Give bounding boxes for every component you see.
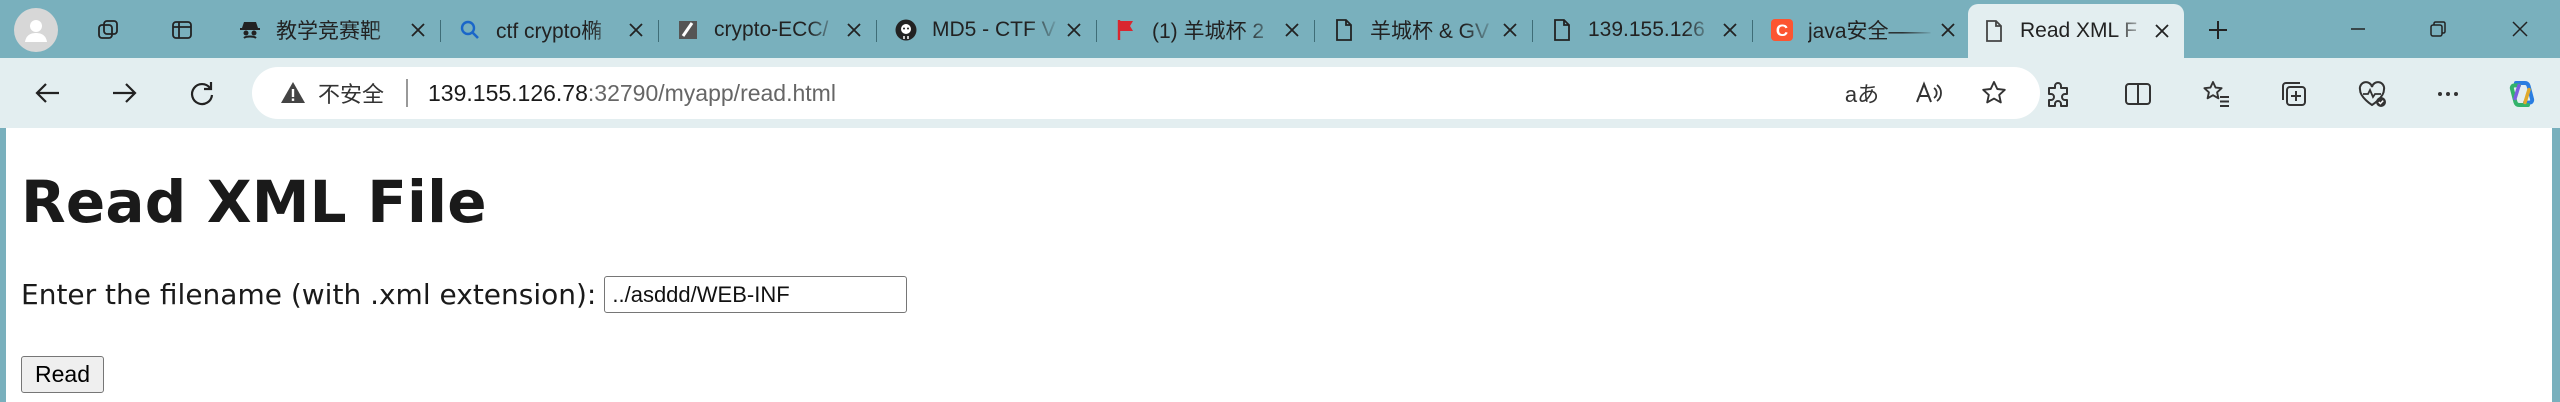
tab[interactable]: 羊城杯 & GV bbox=[1318, 6, 1532, 54]
back-button[interactable] bbox=[26, 71, 70, 115]
copilot-icon bbox=[2509, 81, 2535, 107]
spy-agent-icon bbox=[238, 18, 262, 42]
close-tab-icon[interactable] bbox=[1496, 16, 1524, 44]
refresh-icon bbox=[190, 82, 214, 106]
tab[interactable]: MD5 - CTF V bbox=[880, 6, 1096, 54]
close-window-button[interactable] bbox=[2488, 6, 2552, 52]
filename-form-row: Enter the filename (with .xml extension)… bbox=[21, 276, 908, 313]
translate-icon[interactable]: aあ bbox=[1842, 73, 1882, 113]
arrow-right-icon bbox=[113, 83, 137, 103]
close-tab-icon[interactable] bbox=[1278, 16, 1306, 44]
tab-active[interactable]: Read XML F bbox=[1968, 4, 2184, 58]
tab[interactable]: 教学竞赛靶 bbox=[224, 6, 440, 54]
favorites-list-icon bbox=[2203, 81, 2229, 107]
close-tab-icon[interactable] bbox=[1934, 16, 1962, 44]
filename-input[interactable] bbox=[604, 276, 908, 313]
restore-icon bbox=[2430, 21, 2446, 37]
close-tab-icon[interactable] bbox=[622, 16, 650, 44]
tab-divider bbox=[876, 20, 877, 42]
red-flag-icon bbox=[1114, 18, 1138, 42]
close-tab-icon[interactable] bbox=[2148, 17, 2176, 45]
close-icon bbox=[2512, 21, 2528, 37]
tab-divider bbox=[1096, 20, 1097, 42]
tab-strip: 教学竞赛靶 ctf crypto椭 crypto-ECC/ MD5 - CTF … bbox=[0, 0, 2560, 58]
tab-title: crypto-ECC/ bbox=[714, 18, 829, 41]
new-tab-button[interactable] bbox=[2198, 10, 2238, 50]
close-tab-icon[interactable] bbox=[1716, 16, 1744, 44]
tab-title: 羊城杯 & GV bbox=[1370, 20, 1490, 43]
page-icon bbox=[1982, 19, 2006, 43]
split-screen-button[interactable] bbox=[2116, 72, 2160, 116]
close-tab-icon[interactable] bbox=[404, 16, 432, 44]
tab[interactable]: (1) 羊城杯 2 bbox=[1100, 6, 1314, 54]
tab[interactable]: 139.155.126 bbox=[1536, 6, 1752, 54]
copilot-button[interactable] bbox=[2500, 72, 2544, 116]
collections-icon bbox=[2282, 82, 2306, 106]
not-secure-label[interactable]: 不安全 bbox=[318, 77, 384, 109]
extensions-button[interactable] bbox=[2036, 72, 2080, 116]
page-viewport: Read XML File Enter the filename (with .… bbox=[6, 128, 2552, 402]
tab[interactable]: C java安全—— bbox=[1756, 6, 1970, 54]
forward-button[interactable] bbox=[102, 71, 146, 115]
tab-title: Read XML F bbox=[2020, 19, 2138, 42]
close-tab-icon[interactable] bbox=[1060, 16, 1088, 44]
csdn-icon: C bbox=[1770, 18, 1794, 42]
workspaces-icon bbox=[98, 20, 118, 39]
collections-button[interactable] bbox=[2272, 72, 2316, 116]
plus-icon bbox=[2209, 21, 2227, 39]
workspaces-button[interactable] bbox=[88, 10, 128, 50]
person-icon bbox=[25, 20, 47, 42]
page-icon bbox=[1550, 18, 1574, 42]
refresh-button[interactable] bbox=[180, 71, 224, 115]
favorites-button[interactable] bbox=[2194, 72, 2238, 116]
page-title: Read XML File bbox=[21, 168, 487, 236]
tab-divider bbox=[1532, 20, 1533, 42]
navigation-toolbar: 不安全 139.155.126.78:32790/myapp/read.html… bbox=[0, 58, 2560, 128]
heart-pulse-icon bbox=[2358, 81, 2386, 107]
browser-essentials-button[interactable] bbox=[2350, 72, 2394, 116]
page-icon bbox=[1332, 18, 1356, 42]
divider bbox=[406, 79, 409, 107]
tab[interactable]: crypto-ECC/ bbox=[662, 6, 876, 54]
favorite-star-icon[interactable] bbox=[1974, 73, 2014, 113]
minimize-icon bbox=[2351, 28, 2365, 30]
tab-title: 教学竞赛靶 bbox=[276, 20, 381, 43]
more-dots-icon bbox=[2438, 92, 2458, 96]
tab-title: java安全—— bbox=[1808, 20, 1931, 43]
read-aloud-icon[interactable] bbox=[1908, 73, 1948, 113]
close-tab-icon[interactable] bbox=[840, 16, 868, 44]
tab-title: (1) 羊城杯 2 bbox=[1152, 20, 1265, 43]
tab-actions-icon bbox=[172, 21, 192, 39]
tab-divider bbox=[440, 20, 441, 42]
tab-title: ctf crypto椭 bbox=[496, 20, 603, 43]
svg-text:C: C bbox=[1776, 21, 1788, 40]
github-icon bbox=[894, 18, 918, 42]
tab-divider bbox=[658, 20, 659, 42]
url-text[interactable]: 139.155.126.78:32790/myapp/read.html bbox=[428, 80, 836, 107]
restore-button[interactable] bbox=[2406, 6, 2470, 52]
tab-title: MD5 - CTF V bbox=[932, 18, 1056, 41]
address-bar[interactable]: 不安全 139.155.126.78:32790/myapp/read.html… bbox=[252, 67, 2040, 119]
url-path: :32790/myapp/read.html bbox=[587, 79, 836, 106]
tab[interactable]: ctf crypto椭 bbox=[444, 6, 658, 54]
tab-title: 139.155.126 bbox=[1588, 18, 1705, 41]
read-button[interactable]: Read bbox=[21, 356, 104, 393]
filename-label: Enter the filename (with .xml extension)… bbox=[21, 278, 597, 311]
split-screen-icon bbox=[2125, 83, 2151, 105]
tab-divider bbox=[1752, 20, 1753, 42]
search-icon bbox=[458, 18, 482, 42]
warning-triangle-icon[interactable] bbox=[278, 78, 308, 108]
profile-avatar-button[interactable] bbox=[14, 8, 58, 52]
slash-doc-icon bbox=[676, 18, 700, 42]
minimize-button[interactable] bbox=[2326, 6, 2390, 52]
settings-more-button[interactable] bbox=[2426, 72, 2470, 116]
vertical-tabs-button[interactable] bbox=[162, 10, 202, 50]
puzzle-icon bbox=[2048, 82, 2068, 107]
url-host: 139.155.126.78 bbox=[428, 79, 588, 106]
address-bar-actions: aあ bbox=[1842, 67, 2040, 119]
arrow-left-icon bbox=[35, 83, 59, 103]
tab-divider bbox=[1314, 20, 1315, 42]
